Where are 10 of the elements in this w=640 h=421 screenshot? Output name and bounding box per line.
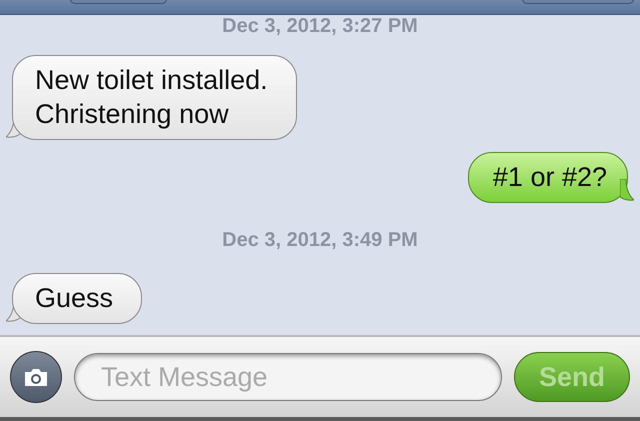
camera-button[interactable] [10,351,62,403]
timestamp: Dec 3, 2012, 3:27 PM [222,15,418,37]
bubble-tail-icon [620,179,634,201]
camera-icon [23,367,49,387]
timestamp: Dec 3, 2012, 3:49 PM [222,229,418,251]
send-button[interactable]: Send [514,352,630,402]
message-input-field[interactable]: Text Message [74,353,502,401]
message-bubble: Guess [12,273,142,324]
message-bubble: #1 or #2? [468,152,628,203]
message-bubble: New toilet installed. Christening now [12,55,297,140]
